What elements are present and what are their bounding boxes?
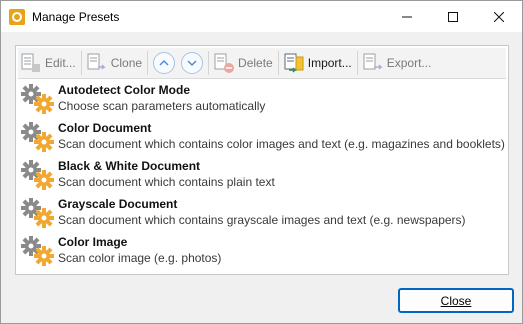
minimize-button[interactable] <box>384 1 430 32</box>
presets-toolbar: Edit... Clone Delete Import... Export... <box>18 48 506 79</box>
preset-name: Color Image <box>58 235 128 249</box>
edit-button[interactable]: Edit... <box>18 50 79 76</box>
edit-icon <box>21 53 40 72</box>
preset-description: Scan document which contains color image… <box>58 137 505 151</box>
import-icon <box>284 53 304 73</box>
maximize-button[interactable] <box>430 1 476 32</box>
clone-icon <box>87 53 106 70</box>
close-button-label: Close <box>440 293 472 308</box>
preset-item[interactable]: Color Image Scan color image (e.g. photo… <box>18 232 506 270</box>
preset-item[interactable]: Color Document Scan document which conta… <box>18 118 506 156</box>
preset-item[interactable]: Autodetect Color Mode Choose scan parame… <box>18 80 506 118</box>
clone-button[interactable]: Clone <box>84 50 145 76</box>
toolbar-separator <box>356 51 358 75</box>
gears-icon <box>21 122 54 152</box>
gears-icon <box>21 160 54 190</box>
gears-icon <box>21 236 54 266</box>
move-down-button[interactable] <box>181 52 204 74</box>
preset-name: Grayscale Document <box>58 197 178 211</box>
preset-name: Color Document <box>58 121 152 135</box>
gears-icon <box>21 84 54 114</box>
gears-icon <box>21 198 54 228</box>
edit-label: Edit... <box>45 56 76 70</box>
export-icon <box>363 53 383 70</box>
preset-item[interactable]: Black & White Document Scan document whi… <box>18 156 506 194</box>
import-button[interactable]: Import... <box>281 50 355 76</box>
move-up-button[interactable] <box>153 52 176 74</box>
minimize-icon <box>402 16 412 17</box>
export-button[interactable]: Export... <box>360 50 435 76</box>
manage-presets-dialog: Manage Presets Edit... Clone Delete Impo… <box>0 0 523 324</box>
close-button[interactable]: Close <box>398 288 514 313</box>
toolbar-separator <box>80 51 82 75</box>
toolbar-separator <box>277 51 279 75</box>
app-icon <box>9 8 25 25</box>
toolbar-separator <box>147 51 149 75</box>
presets-list: Autodetect Color Mode Choose scan parame… <box>18 80 506 270</box>
chevron-up-icon <box>159 59 169 66</box>
delete-button[interactable]: Delete <box>211 50 276 76</box>
preset-description: Scan document which contains plain text <box>58 175 275 189</box>
preset-name: Autodetect Color Mode <box>58 83 190 97</box>
preset-description: Scan color image (e.g. photos) <box>58 251 222 265</box>
preset-item[interactable]: Grayscale Document Scan document which c… <box>18 194 506 232</box>
preset-description: Scan document which contains grayscale i… <box>58 213 466 227</box>
delete-icon <box>214 53 235 73</box>
delete-label: Delete <box>238 56 273 70</box>
window-title: Manage Presets <box>32 9 120 24</box>
close-window-button[interactable] <box>476 1 522 32</box>
toolbar-separator <box>208 51 210 75</box>
preset-name: Black & White Document <box>58 159 201 173</box>
title-bar: Manage Presets <box>1 1 522 32</box>
preset-description: Choose scan parameters automatically <box>58 99 266 113</box>
close-icon <box>494 11 504 22</box>
import-label: Import... <box>307 56 352 70</box>
export-label: Export... <box>386 56 432 70</box>
clone-label: Clone <box>110 56 143 70</box>
presets-panel: Edit... Clone Delete Import... Export...… <box>15 45 509 275</box>
chevron-down-icon <box>187 60 197 67</box>
maximize-icon <box>448 11 458 22</box>
